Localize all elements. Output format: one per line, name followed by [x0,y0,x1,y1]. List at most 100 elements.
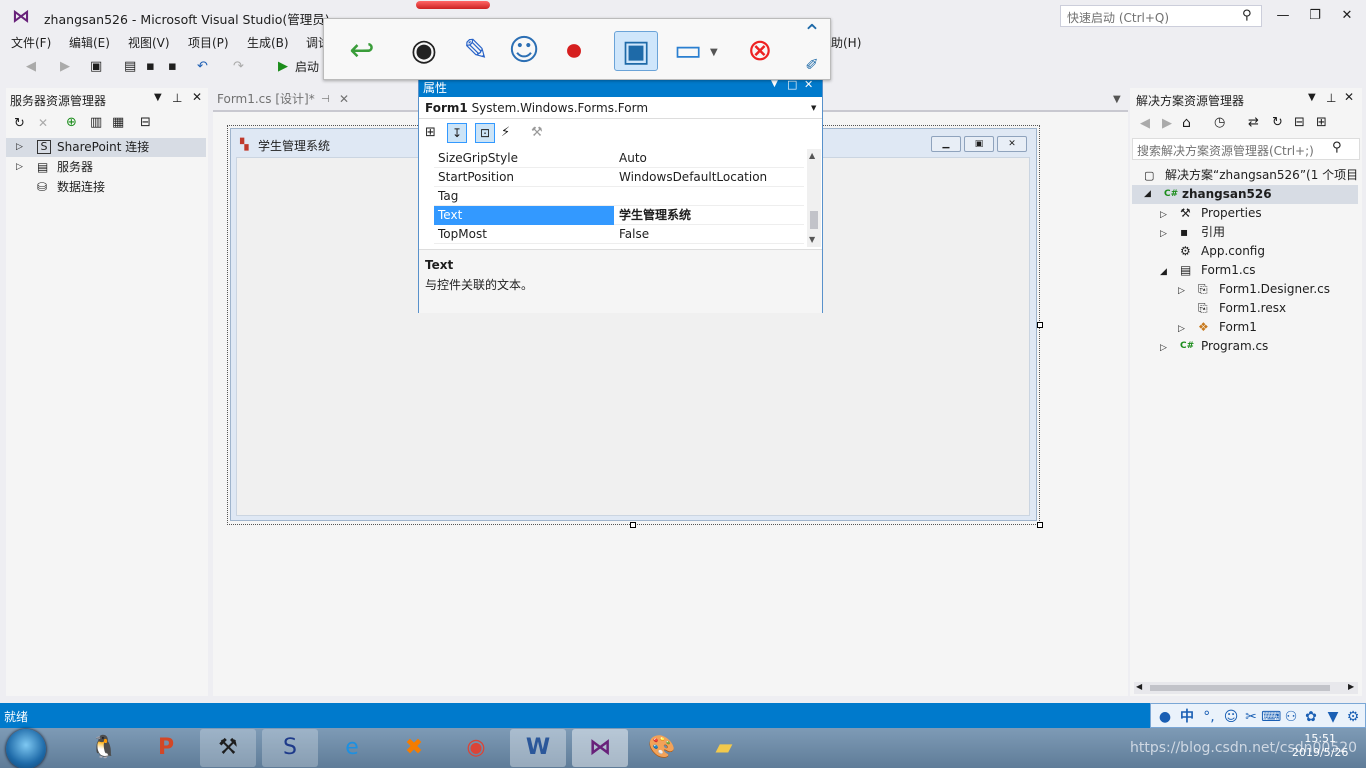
form-minimize-button[interactable]: ▁ [931,136,961,152]
panel-menu-icon[interactable]: ▼ [771,79,778,89]
show-all-files-icon[interactable]: ⊞ [1316,115,1327,130]
properties-icon[interactable]: ⊟ [140,115,151,130]
pending-changes-icon[interactable]: ◷ [1214,115,1225,130]
emoji-icon[interactable]: ☺ [1221,707,1241,727]
tree-item-form1-class[interactable]: ▷ ❖ Form1 [1178,318,1257,337]
resize-handle-bottom[interactable] [630,522,636,528]
tab-form1-design[interactable]: Form1.cs [设计]* ⊣ ✕ [213,90,355,110]
system-clock[interactable]: 15:51 2019/5/26 [1292,732,1348,760]
monitor-icon[interactable]: ▭ [666,31,710,71]
stop-icon[interactable]: ✕ [38,116,48,130]
property-value[interactable]: False [619,225,649,244]
search-icon[interactable]: ⚲ [1332,140,1342,155]
ime-language[interactable]: 中 [1177,707,1197,727]
settings-icon[interactable]: ⚙ [1343,707,1363,727]
tree-item-designer[interactable]: ▷ ⎘ Form1.Designer.cs [1178,280,1330,299]
pin-icon[interactable]: ⊥ [172,91,182,105]
expand-arrow-icon[interactable]: ▷ [1178,324,1185,334]
save-all-icon[interactable]: ▪ [168,59,177,75]
properties-title-bar[interactable]: 属性 ▼ □ ✕ [419,77,822,97]
chevron-down-icon[interactable]: ▼ [710,47,718,58]
search-icon[interactable]: ⚲ [1242,8,1252,23]
panel-menu-icon[interactable]: ▼ [1308,92,1316,103]
ie-icon[interactable]: e [324,729,380,767]
pencil-icon[interactable]: ✎ [454,31,498,71]
back-icon[interactable]: ◀ [1140,116,1150,131]
form-maximize-button[interactable]: ▣ [964,136,994,152]
property-row[interactable]: StartPosition WindowsDefaultLocation [434,168,804,187]
menu-build[interactable]: 生成(B) [247,34,289,51]
scroll-right-icon[interactable]: ▶ [1348,682,1354,691]
redo-icon[interactable]: ↷ [233,59,244,75]
scroll-up-icon[interactable]: ▲ [809,151,815,160]
property-value[interactable]: 学生管理系统 [619,206,691,225]
tools-icon[interactable]: ✂ [1241,707,1261,727]
open-file-icon[interactable]: ▤ [124,59,136,75]
folder-icon[interactable]: ▰ [696,729,752,767]
quick-launch-input[interactable]: 快速启动 (Ctrl+Q) [1060,5,1262,27]
restore-button[interactable]: ❐ [1304,6,1326,26]
resize-handle-corner[interactable] [1037,522,1043,528]
undo-icon[interactable]: ↶ [197,59,208,75]
form-close-button[interactable]: ✕ [997,136,1027,152]
expand-arrow-icon[interactable]: ▷ [16,138,23,157]
alphabetical-icon[interactable]: ↧ [447,123,467,143]
collapse-arrow-icon[interactable]: ◢ [1160,267,1167,277]
properties-scrollbar[interactable]: ▲ ▼ [807,149,821,247]
user-computer-icon[interactable]: ☺ [502,31,546,71]
menu-view[interactable]: 视图(V) [128,34,170,51]
start-button[interactable] [6,729,46,768]
connect-database-icon[interactable]: ⊕ [66,115,77,130]
start-button[interactable]: 启动 [295,59,319,75]
tree-item-data-connections[interactable]: ⛁ 数据连接 [6,178,206,197]
scroll-down-icon[interactable]: ▼ [809,235,815,244]
back-icon[interactable]: ◀ [26,59,36,75]
menu-edit[interactable]: 编辑(E) [69,34,110,51]
qq-icon[interactable]: 🐧 [76,729,132,767]
expand-arrow-icon[interactable]: ▷ [1160,229,1167,239]
minimize-button[interactable]: — [1272,6,1294,26]
home-icon[interactable]: ⌂ [1182,115,1191,131]
panel-close-icon[interactable]: ✕ [1344,90,1354,104]
expand-arrow-icon[interactable]: ▷ [1160,210,1167,220]
property-value[interactable]: WindowsDefaultLocation [619,168,767,187]
sharepoint-connect-icon[interactable]: ▦ [112,115,124,130]
pin-icon[interactable]: ✐ [794,51,830,79]
pin-icon[interactable]: ⊥ [1326,91,1336,105]
tree-item-solution[interactable]: ▢ 解决方案“zhangsan526”(1 个项目 [1144,166,1358,185]
forward-icon[interactable]: ▶ [60,59,70,75]
chevron-down-icon[interactable]: ▼ [811,104,816,112]
close-button[interactable]: ✕ [1336,6,1358,26]
camera-lens-icon[interactable]: ◉ [402,31,446,71]
tree-item-sharepoint[interactable]: ▷ S SharePoint 连接 [6,138,206,157]
expand-arrow-icon[interactable]: ▷ [16,158,23,177]
keyboard-icon[interactable]: ⌨ [1261,707,1281,727]
tree-item-properties[interactable]: ▷ ⚒ Properties [1160,204,1262,223]
forward-icon[interactable]: ▶ [1162,116,1172,131]
events-icon[interactable]: ⚡ [501,125,510,140]
new-project-icon[interactable]: ▣ [90,59,102,75]
exit-icon[interactable]: ⊗ [738,31,782,71]
tree-item-program[interactable]: ▷ C# Program.cs [1160,337,1268,356]
property-value[interactable]: Auto [619,149,647,168]
users-icon[interactable]: ⚇ [1281,707,1301,727]
connect-server-icon[interactable]: ▥ [90,115,102,130]
tab-dropdown-icon[interactable]: ▼ [1113,94,1121,105]
expand-arrow-icon[interactable]: ▷ [1160,343,1167,353]
tree-item-form1cs[interactable]: ◢ ▤ Form1.cs [1160,261,1256,280]
scroll-left-icon[interactable]: ◀ [1136,682,1142,691]
paint-palette-icon[interactable]: 🎨 [634,729,690,767]
scroll-thumb[interactable] [1150,685,1330,691]
expand-arrow-icon[interactable]: ▷ [1178,286,1185,296]
property-row[interactable]: Tag [434,187,804,206]
skin-icon[interactable]: ✿ [1301,707,1321,727]
visual-studio-task-icon[interactable]: ⋈ [572,729,628,767]
record-icon[interactable]: ⏺ [552,31,596,71]
property-row[interactable]: TopMost False [434,225,804,244]
tree-item-servers[interactable]: ▷ ▤ 服务器 [6,158,206,177]
panel-menu-icon[interactable]: ▼ [154,92,162,103]
tree-item-references[interactable]: ▷ ▪ 引用 [1160,223,1225,242]
save-icon[interactable]: ▪ [146,59,155,75]
property-row-selected[interactable]: Text 学生管理系统 [434,206,804,225]
menu-project[interactable]: 项目(P) [188,34,229,51]
